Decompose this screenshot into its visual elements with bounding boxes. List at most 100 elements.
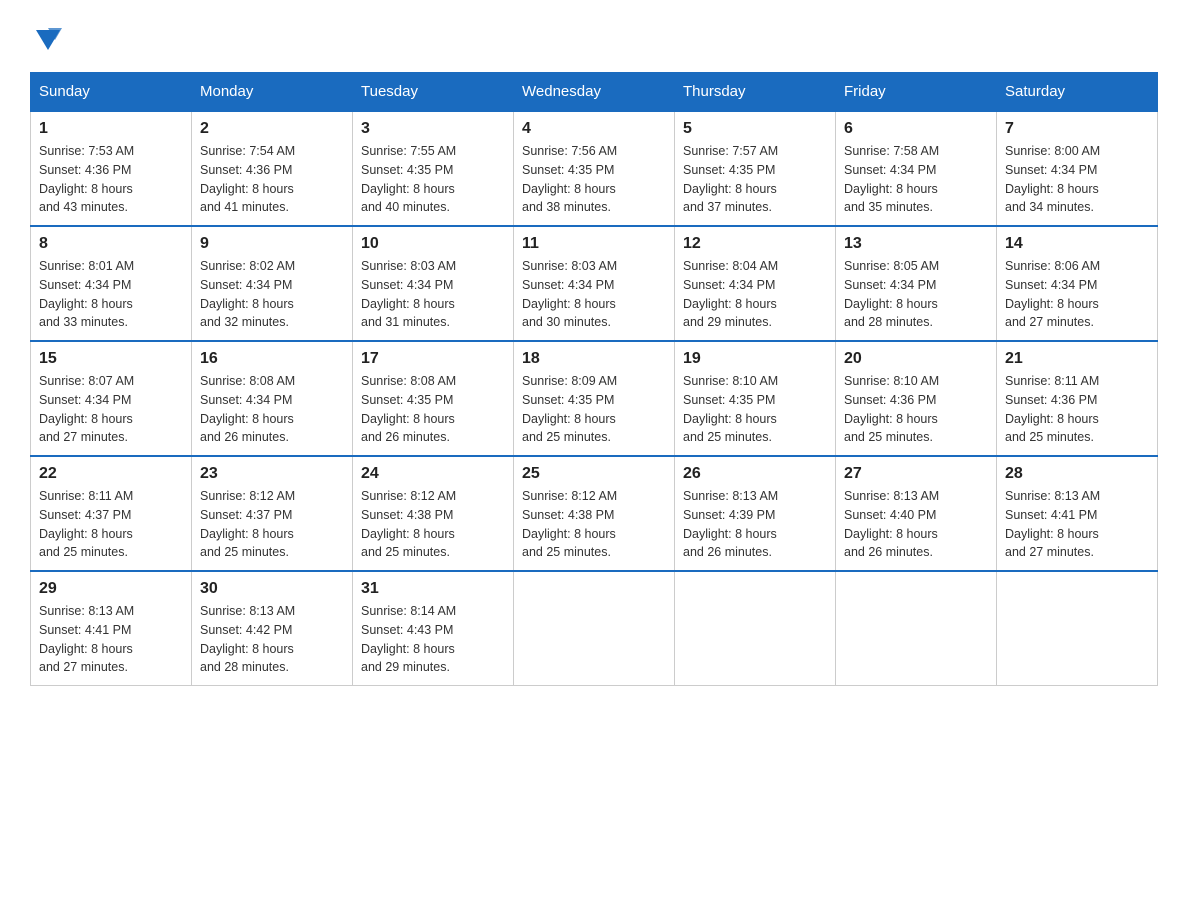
calendar-cell bbox=[514, 571, 675, 686]
day-number: 19 bbox=[683, 350, 827, 368]
day-info: Sunrise: 8:04 AMSunset: 4:34 PMDaylight:… bbox=[683, 257, 827, 332]
col-header-thursday: Thursday bbox=[675, 73, 836, 112]
day-info: Sunrise: 8:05 AMSunset: 4:34 PMDaylight:… bbox=[844, 257, 988, 332]
calendar-cell: 24 Sunrise: 8:12 AMSunset: 4:38 PMDayligh… bbox=[353, 456, 514, 571]
calendar-cell bbox=[836, 571, 997, 686]
day-number: 21 bbox=[1005, 350, 1149, 368]
calendar-week-row: 1Sunrise: 7:53 AMSunset: 4:36 PMDaylight… bbox=[31, 111, 1158, 226]
day-info: Sunrise: 7:57 AMSunset: 4:35 PMDaylight:… bbox=[683, 142, 827, 217]
day-number: 18 bbox=[522, 350, 666, 368]
day-number: 3 bbox=[361, 120, 505, 138]
calendar-cell: 25 Sunrise: 8:12 AMSunset: 4:38 PMDayligh… bbox=[514, 456, 675, 571]
day-info: Sunrise: 7:56 AMSunset: 4:35 PMDaylight:… bbox=[522, 142, 666, 217]
calendar-cell: 27 Sunrise: 8:13 AMSunset: 4:40 PMDayligh… bbox=[836, 456, 997, 571]
calendar-cell: 2 Sunrise: 7:54 AMSunset: 4:36 PMDaylight… bbox=[192, 111, 353, 226]
day-info: Sunrise: 8:01 AMSunset: 4:34 PMDaylight:… bbox=[39, 257, 183, 332]
day-info: Sunrise: 8:14 AMSunset: 4:43 PMDaylight:… bbox=[361, 602, 505, 677]
day-info: Sunrise: 8:03 AMSunset: 4:34 PMDaylight:… bbox=[361, 257, 505, 332]
calendar-cell: 18 Sunrise: 8:09 AMSunset: 4:35 PMDayligh… bbox=[514, 341, 675, 456]
day-info: Sunrise: 7:55 AMSunset: 4:35 PMDaylight:… bbox=[361, 142, 505, 217]
calendar-cell: 15Sunrise: 8:07 AMSunset: 4:34 PMDayligh… bbox=[31, 341, 192, 456]
calendar-cell: 13 Sunrise: 8:05 AMSunset: 4:34 PMDayligh… bbox=[836, 226, 997, 341]
calendar-cell: 9Sunrise: 8:02 AMSunset: 4:34 PMDaylight… bbox=[192, 226, 353, 341]
logo bbox=[30, 20, 64, 54]
calendar-cell: 26 Sunrise: 8:13 AMSunset: 4:39 PMDayligh… bbox=[675, 456, 836, 571]
calendar-cell: 20 Sunrise: 8:10 AMSunset: 4:36 PMDayligh… bbox=[836, 341, 997, 456]
day-info: Sunrise: 8:11 AMSunset: 4:37 PMDaylight:… bbox=[39, 487, 183, 562]
calendar-cell: 21Sunrise: 8:11 AMSunset: 4:36 PMDayligh… bbox=[997, 341, 1158, 456]
day-number: 1 bbox=[39, 120, 183, 138]
day-number: 29 bbox=[39, 580, 183, 598]
day-number: 26 bbox=[683, 465, 827, 483]
day-info: Sunrise: 8:13 AMSunset: 4:39 PMDaylight:… bbox=[683, 487, 827, 562]
day-number: 7 bbox=[1005, 120, 1149, 138]
calendar-cell: 28 Sunrise: 8:13 AMSunset: 4:41 PMDayligh… bbox=[997, 456, 1158, 571]
calendar-cell: 6 Sunrise: 7:58 AMSunset: 4:34 PMDaylight… bbox=[836, 111, 997, 226]
calendar-cell: 4Sunrise: 7:56 AMSunset: 4:35 PMDaylight… bbox=[514, 111, 675, 226]
col-header-friday: Friday bbox=[836, 73, 997, 112]
day-info: Sunrise: 8:13 AMSunset: 4:40 PMDaylight:… bbox=[844, 487, 988, 562]
day-info: Sunrise: 8:13 AMSunset: 4:41 PMDaylight:… bbox=[39, 602, 183, 677]
day-number: 13 bbox=[844, 235, 988, 253]
day-number: 5 bbox=[683, 120, 827, 138]
page-header bbox=[30, 20, 1158, 54]
day-info: Sunrise: 8:03 AMSunset: 4:34 PMDaylight:… bbox=[522, 257, 666, 332]
col-header-monday: Monday bbox=[192, 73, 353, 112]
day-number: 9 bbox=[200, 235, 344, 253]
calendar-cell: 14 Sunrise: 8:06 AMSunset: 4:34 PMDayligh… bbox=[997, 226, 1158, 341]
day-number: 8 bbox=[39, 235, 183, 253]
calendar-cell: 3 Sunrise: 7:55 AMSunset: 4:35 PMDaylight… bbox=[353, 111, 514, 226]
day-number: 17 bbox=[361, 350, 505, 368]
calendar-cell: 10 Sunrise: 8:03 AMSunset: 4:34 PMDayligh… bbox=[353, 226, 514, 341]
day-number: 2 bbox=[200, 120, 344, 138]
calendar-cell: 22 Sunrise: 8:11 AMSunset: 4:37 PMDayligh… bbox=[31, 456, 192, 571]
day-number: 6 bbox=[844, 120, 988, 138]
day-number: 27 bbox=[844, 465, 988, 483]
day-info: Sunrise: 7:58 AMSunset: 4:34 PMDaylight:… bbox=[844, 142, 988, 217]
day-number: 16 bbox=[200, 350, 344, 368]
col-header-sunday: Sunday bbox=[31, 73, 192, 112]
day-info: Sunrise: 8:12 AMSunset: 4:37 PMDaylight:… bbox=[200, 487, 344, 562]
calendar-cell bbox=[675, 571, 836, 686]
day-info: Sunrise: 8:06 AMSunset: 4:34 PMDaylight:… bbox=[1005, 257, 1149, 332]
calendar-cell: 16Sunrise: 8:08 AMSunset: 4:34 PMDayligh… bbox=[192, 341, 353, 456]
day-info: Sunrise: 8:12 AMSunset: 4:38 PMDaylight:… bbox=[522, 487, 666, 562]
day-number: 22 bbox=[39, 465, 183, 483]
calendar-cell: 1Sunrise: 7:53 AMSunset: 4:36 PMDaylight… bbox=[31, 111, 192, 226]
day-number: 28 bbox=[1005, 465, 1149, 483]
calendar-week-row: 8 Sunrise: 8:01 AMSunset: 4:34 PMDaylight… bbox=[31, 226, 1158, 341]
day-number: 31 bbox=[361, 580, 505, 598]
day-info: Sunrise: 8:12 AMSunset: 4:38 PMDaylight:… bbox=[361, 487, 505, 562]
calendar-cell: 7 Sunrise: 8:00 AMSunset: 4:34 PMDaylight… bbox=[997, 111, 1158, 226]
day-info: Sunrise: 8:00 AMSunset: 4:34 PMDaylight:… bbox=[1005, 142, 1149, 217]
calendar-table: SundayMondayTuesdayWednesdayThursdayFrid… bbox=[30, 72, 1158, 686]
calendar-cell: 29 Sunrise: 8:13 AMSunset: 4:41 PMDayligh… bbox=[31, 571, 192, 686]
day-number: 10 bbox=[361, 235, 505, 253]
day-number: 25 bbox=[522, 465, 666, 483]
calendar-cell: 5 Sunrise: 7:57 AMSunset: 4:35 PMDaylight… bbox=[675, 111, 836, 226]
calendar-cell: 17 Sunrise: 8:08 AMSunset: 4:35 PMDayligh… bbox=[353, 341, 514, 456]
calendar-week-row: 22 Sunrise: 8:11 AMSunset: 4:37 PMDayligh… bbox=[31, 456, 1158, 571]
day-number: 14 bbox=[1005, 235, 1149, 253]
calendar-cell: 8 Sunrise: 8:01 AMSunset: 4:34 PMDaylight… bbox=[31, 226, 192, 341]
day-info: Sunrise: 8:10 AMSunset: 4:36 PMDaylight:… bbox=[844, 372, 988, 447]
day-number: 30 bbox=[200, 580, 344, 598]
col-header-saturday: Saturday bbox=[997, 73, 1158, 112]
day-info: Sunrise: 8:08 AMSunset: 4:35 PMDaylight:… bbox=[361, 372, 505, 447]
day-info: Sunrise: 8:13 AMSunset: 4:42 PMDaylight:… bbox=[200, 602, 344, 677]
calendar-cell: 31 Sunrise: 8:14 AMSunset: 4:43 PMDayligh… bbox=[353, 571, 514, 686]
day-number: 20 bbox=[844, 350, 988, 368]
col-header-wednesday: Wednesday bbox=[514, 73, 675, 112]
calendar-week-row: 15Sunrise: 8:07 AMSunset: 4:34 PMDayligh… bbox=[31, 341, 1158, 456]
logo-icon bbox=[32, 22, 64, 54]
day-info: Sunrise: 8:09 AMSunset: 4:35 PMDaylight:… bbox=[522, 372, 666, 447]
calendar-cell: 23Sunrise: 8:12 AMSunset: 4:37 PMDayligh… bbox=[192, 456, 353, 571]
day-info: Sunrise: 8:13 AMSunset: 4:41 PMDaylight:… bbox=[1005, 487, 1149, 562]
calendar-cell: 11Sunrise: 8:03 AMSunset: 4:34 PMDayligh… bbox=[514, 226, 675, 341]
day-number: 24 bbox=[361, 465, 505, 483]
day-number: 15 bbox=[39, 350, 183, 368]
calendar-cell: 30 Sunrise: 8:13 AMSunset: 4:42 PMDayligh… bbox=[192, 571, 353, 686]
day-info: Sunrise: 7:54 AMSunset: 4:36 PMDaylight:… bbox=[200, 142, 344, 217]
calendar-cell bbox=[997, 571, 1158, 686]
calendar-cell: 19Sunrise: 8:10 AMSunset: 4:35 PMDayligh… bbox=[675, 341, 836, 456]
